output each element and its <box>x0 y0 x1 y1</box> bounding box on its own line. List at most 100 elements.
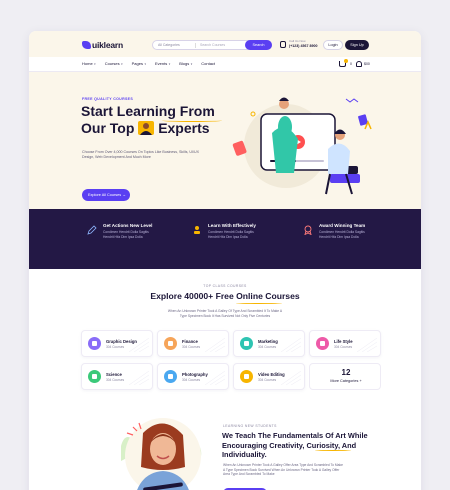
category-count: 304 Courses <box>106 345 125 349</box>
bottom-tag: LEARNING NEW STUDENTS <box>223 424 277 428</box>
card-decoration <box>205 338 225 352</box>
hero-title-line3: Experts <box>158 120 210 136</box>
marketing-icon <box>240 337 253 350</box>
award-icon <box>304 225 312 235</box>
bottom-title-underline <box>315 449 351 451</box>
chevron-down-icon: ▾ <box>94 62 96 66</box>
feature-desc: Condimen Hendrit Dolla Sagitis Hendrit H… <box>319 230 365 239</box>
student-illustration <box>121 418 202 490</box>
nav-item-blogs[interactable]: Blogs ▾ <box>179 61 192 67</box>
nav-label: Home <box>82 61 93 66</box>
expert-avatar-icon <box>138 121 155 135</box>
phone-number[interactable]: (+123) 4567 8900 <box>289 44 317 48</box>
phone-icon <box>280 41 286 48</box>
search-input[interactable]: Search Courses <box>200 42 225 49</box>
header: uiklearn All Categories Search Courses S… <box>29 31 421 57</box>
more-categories-card[interactable]: 12 More Categories + <box>309 363 381 390</box>
title-underline <box>162 119 222 122</box>
explore-courses-label: Explore All Courses <box>88 193 122 197</box>
features-band: Get Actions New Level Condimen Hendrit D… <box>29 209 421 269</box>
mentor-icon <box>194 226 200 234</box>
nav-label: Blogs <box>179 61 190 66</box>
feature-title: Learn With Effectively <box>208 223 256 228</box>
category-card-finance[interactable]: Finance 304 Courses <box>157 330 229 357</box>
feature-desc: Condimen Hendrit Dolla Sagitis Hendrit H… <box>103 230 149 239</box>
logo[interactable]: uiklearn <box>82 39 123 50</box>
card-decoration <box>281 338 301 352</box>
chevron-down-icon: ▾ <box>190 62 193 66</box>
life-style-icon <box>316 337 329 350</box>
search-bar: All Categories Search Courses Search <box>152 40 272 50</box>
category-count: 304 Courses <box>182 345 201 349</box>
search-divider <box>195 43 196 48</box>
category-name: Life Style <box>334 339 353 344</box>
cart-count: 0 <box>350 62 352 66</box>
category-card-marketing[interactable]: Marketing 304 Courses <box>233 330 305 357</box>
hero-eyebrow: FREE QUALITY COURSES <box>82 97 134 101</box>
chevron-down-icon: ▾ <box>168 62 171 66</box>
bag-icon[interactable] <box>356 61 362 67</box>
category-count: 304 Courses <box>334 345 353 349</box>
page-frame: uiklearn All Categories Search Courses S… <box>29 31 421 490</box>
hero-illustration <box>232 97 372 195</box>
category-card-science[interactable]: Science 304 Courses <box>81 363 153 390</box>
feature-title: Award Winning Team <box>319 223 366 228</box>
category-select[interactable]: All Categories <box>158 42 180 49</box>
logo-mark-icon <box>82 40 91 49</box>
hero-title-line1: Start Learning From <box>81 103 215 119</box>
bottom-title: We Teach The Fundamentals Of Art While E… <box>222 431 368 459</box>
courses-subtitle: When An Unknown Printer Took A Galley Of… <box>167 309 283 318</box>
explore-courses-button[interactable]: Explore All Courses → <box>82 189 130 201</box>
finance-icon <box>164 337 177 350</box>
courses-title-underline <box>236 302 282 304</box>
card-decoration <box>205 371 225 385</box>
search-button[interactable]: Search <box>245 40 272 50</box>
nav-item-events[interactable]: Events ▾ <box>155 61 170 67</box>
cart-total: $00 <box>364 62 370 66</box>
feature-desc: Condimen Hendrit Dolla Sagitis Hendrit H… <box>208 230 254 239</box>
bottom-subtitle: When An Unknown Printer Took A Galley Of… <box>223 463 343 477</box>
category-count: 304 Courses <box>258 378 277 382</box>
card-decoration <box>281 371 301 385</box>
more-categories-count: 12 <box>341 368 351 377</box>
nav-label: Pages <box>131 61 143 66</box>
hero-subtitle: Choose From Over 4,000 Courses On Topics… <box>82 150 199 159</box>
card-decoration <box>357 338 377 352</box>
phone-label: Call Us Now <box>289 39 306 43</box>
feature-title: Get Actions New Level <box>103 223 153 228</box>
category-card-graphic-design[interactable]: Graphic Design 304 Courses <box>81 330 153 357</box>
graphic-design-icon <box>88 337 101 350</box>
cart-badge <box>344 59 348 63</box>
nav-label: Events <box>154 61 168 66</box>
nav-label: Courses <box>104 61 120 66</box>
category-count: 304 Courses <box>182 378 201 382</box>
courses-tag: TOP CLASS COURSES <box>203 284 247 288</box>
logo-text: uiklearn <box>92 39 123 50</box>
hero-section: FREE QUALITY COURSES Start Learning From… <box>29 72 421 209</box>
category-card-life-style[interactable]: Life Style 304 Courses <box>309 330 381 357</box>
courses-title: Explore 40000+ Free Online Courses <box>150 291 300 301</box>
nav-item-home[interactable]: Home ▾ <box>82 61 96 67</box>
nav-item-contact[interactable]: Contact <box>201 61 215 67</box>
science-icon <box>88 370 101 383</box>
category-count: 304 Courses <box>258 345 277 349</box>
login-button[interactable]: Login <box>323 40 343 50</box>
card-decoration <box>129 338 149 352</box>
video-editing-icon <box>240 370 253 383</box>
more-categories-label: More Categories + <box>330 379 362 383</box>
category-count: 304 Courses <box>106 378 125 382</box>
chevron-down-icon: ▾ <box>144 62 146 66</box>
category-name: Photography <box>182 372 208 377</box>
card-decoration <box>129 371 149 385</box>
category-card-video-editing[interactable]: Video Editing 304 Courses <box>233 363 305 390</box>
main-nav: Home ▾ Courses ▾ Pages ▾ Events ▾ Blogs ▾ Con… <box>29 57 421 72</box>
category-name: Science <box>106 372 122 377</box>
hero-title-line2: Our Top <box>81 120 135 136</box>
category-name: Finance <box>182 339 198 344</box>
nav-item-courses[interactable]: Courses ▾ <box>105 61 123 67</box>
arrow-right-icon: → <box>122 193 126 197</box>
nav-item-pages[interactable]: Pages ▾ <box>132 61 146 67</box>
category-card-photography[interactable]: Photography 304 Courses <box>157 363 229 390</box>
pencil-icon <box>87 225 97 235</box>
signup-button[interactable]: Sign Up <box>345 40 369 50</box>
